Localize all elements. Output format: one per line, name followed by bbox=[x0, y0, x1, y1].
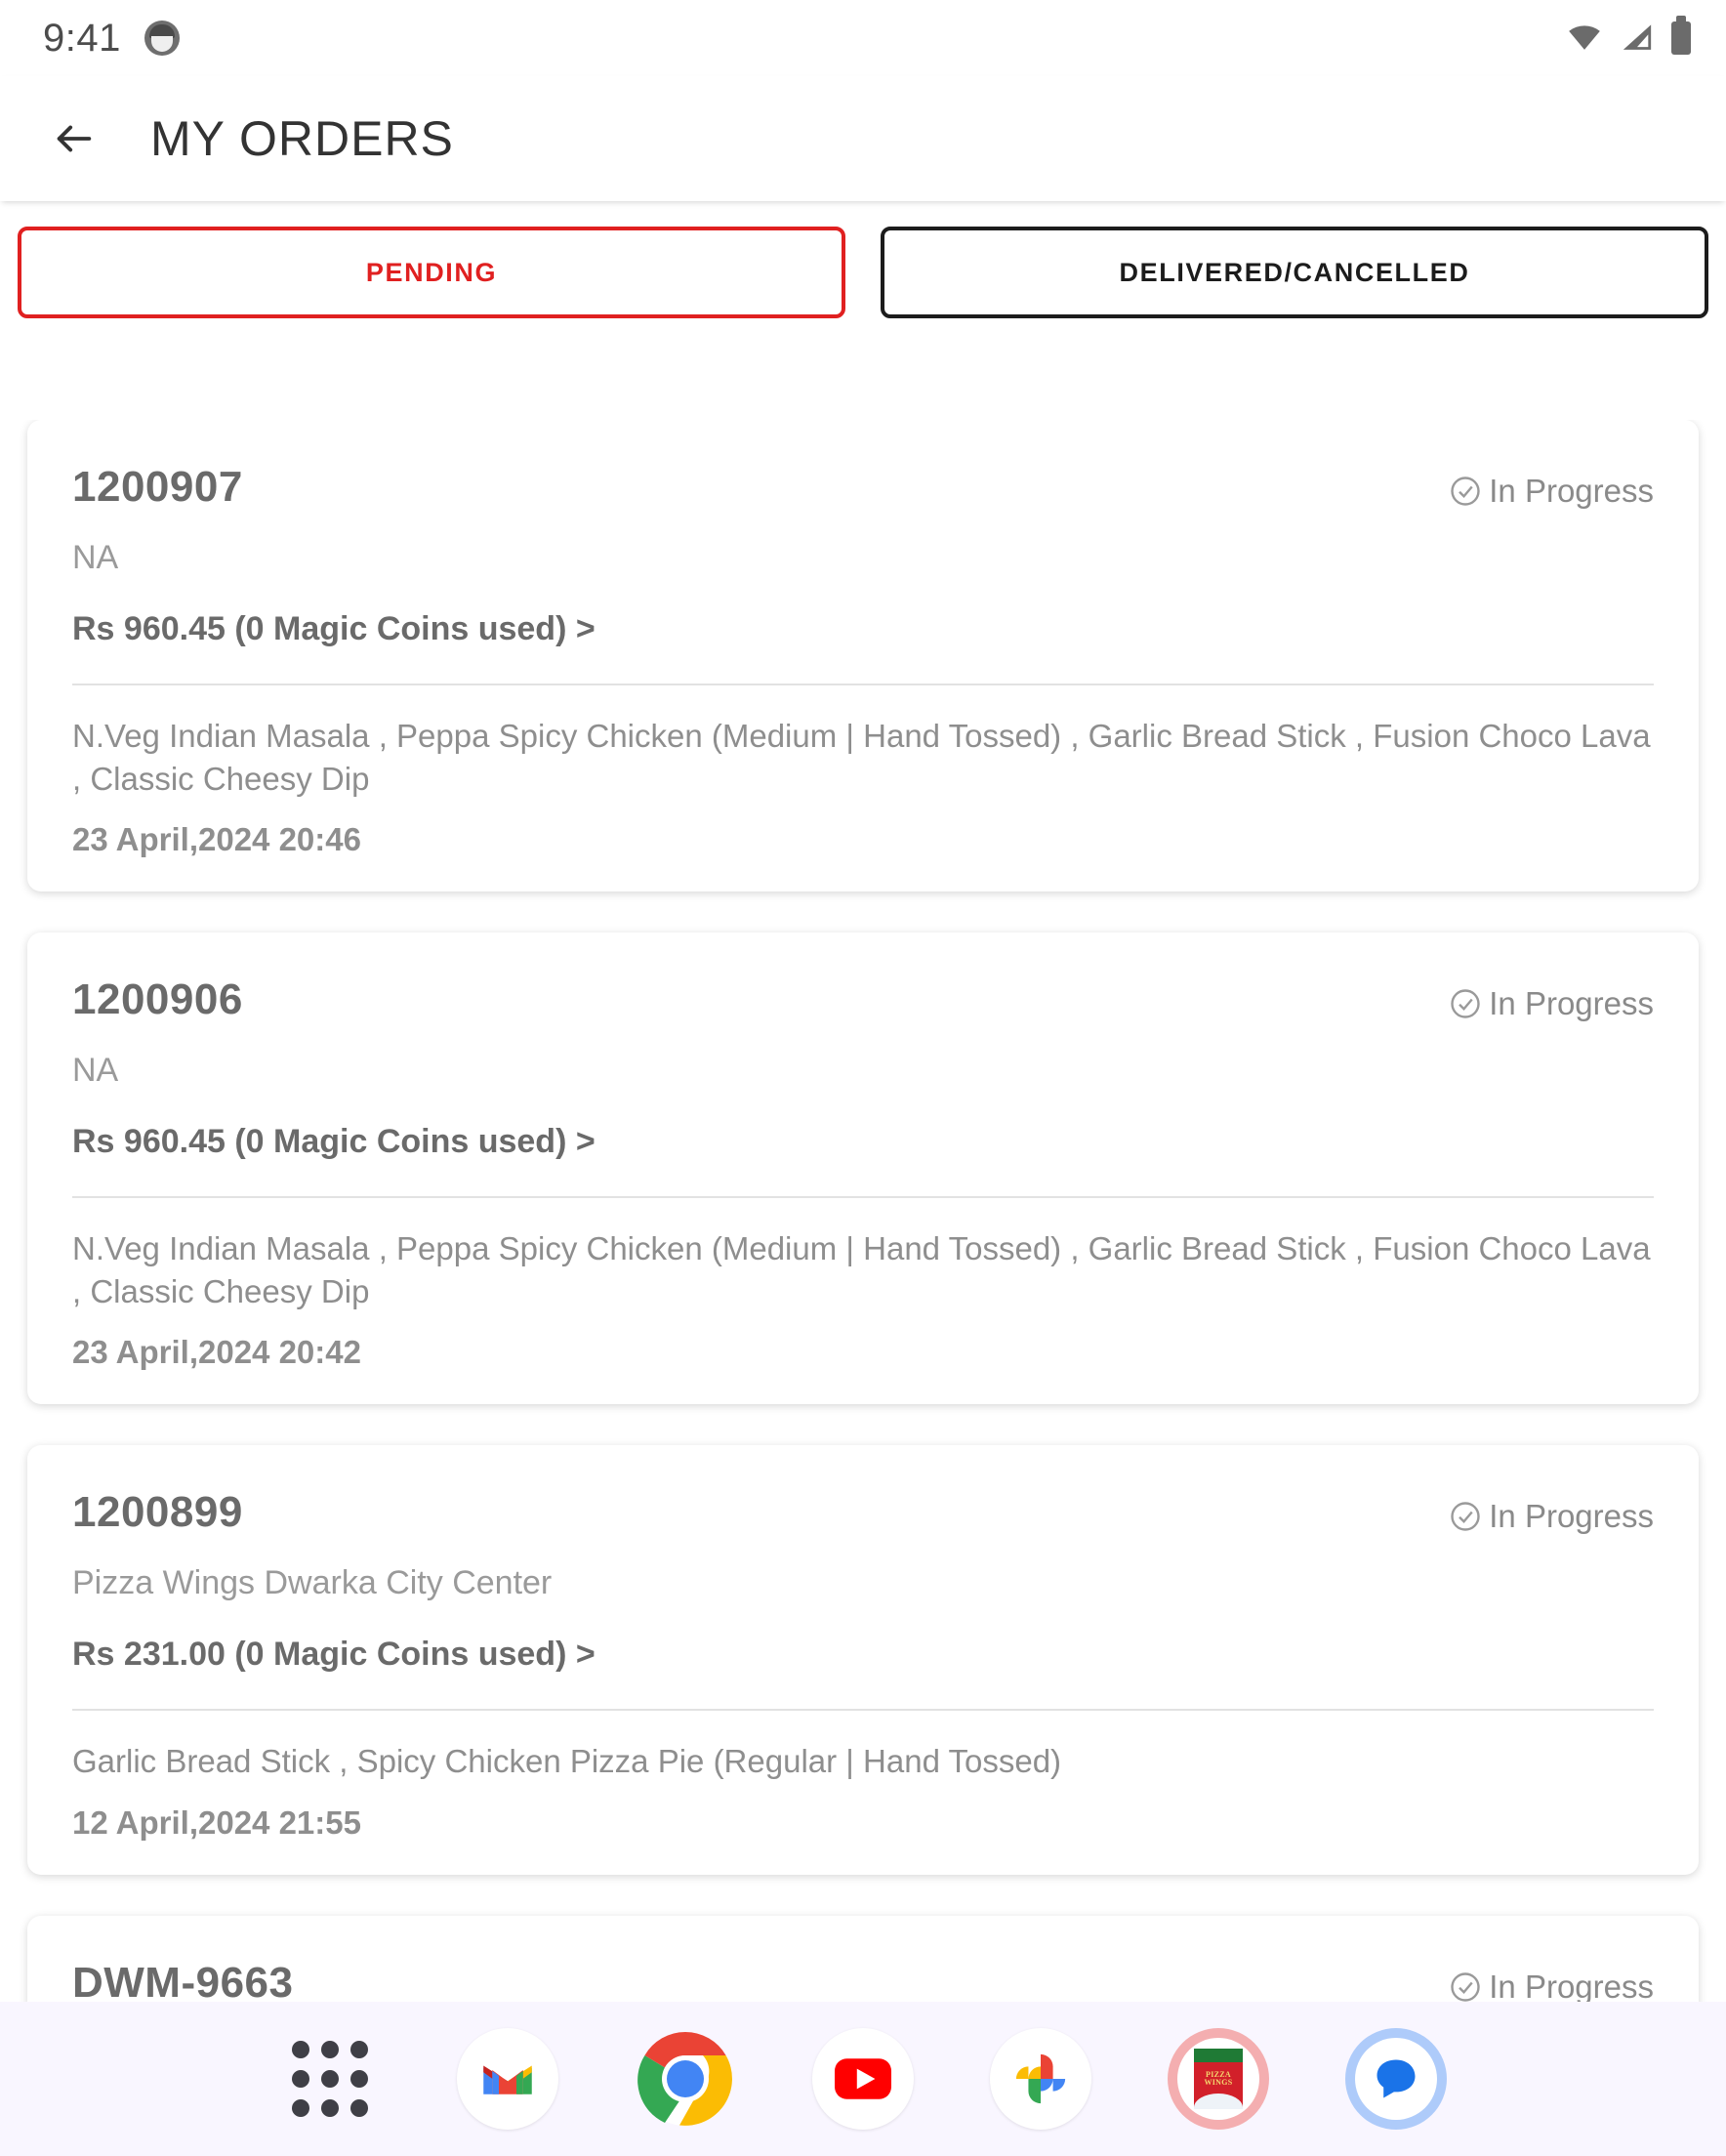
order-shop-name: NA bbox=[72, 1052, 119, 1090]
status-label: In Progress bbox=[1489, 1498, 1654, 1535]
status-label: In Progress bbox=[1489, 473, 1654, 509]
messages-icon[interactable] bbox=[1345, 2028, 1447, 2130]
order-price-link[interactable]: Rs 231.00 (0 Magic Coins used) > bbox=[72, 1636, 1654, 1674]
card-divider bbox=[72, 1196, 1654, 1199]
app-drawer-icon[interactable] bbox=[279, 2028, 381, 2130]
status-badge: In Progress bbox=[1448, 1488, 1654, 1535]
tab-delivered-cancelled[interactable]: DELIVERED/CANCELLED bbox=[881, 227, 1708, 318]
gmail-icon[interactable] bbox=[457, 2028, 558, 2130]
order-date: 23 April,2024 20:46 bbox=[72, 821, 361, 858]
arrow-left-icon bbox=[57, 125, 92, 152]
order-tabs: PENDING DELIVERED/CANCELLED bbox=[0, 227, 1726, 318]
order-items: N.Veg Indian Masala , Peppa Spicy Chicke… bbox=[72, 1230, 1651, 1309]
card-divider bbox=[72, 1709, 1654, 1712]
order-shop-name: Pizza Wings Dwarka City Center bbox=[72, 1564, 553, 1602]
order-shop-name: NA bbox=[72, 539, 119, 576]
status-label: In Progress bbox=[1489, 1968, 1654, 2002]
battery-icon bbox=[1671, 16, 1691, 55]
check-circle-icon bbox=[1451, 477, 1480, 506]
status-badge: In Progress bbox=[1448, 975, 1654, 1022]
order-price-link[interactable]: Rs 960.45 (0 Magic Coins used) > bbox=[72, 1123, 1654, 1161]
check-circle-icon bbox=[1451, 1972, 1480, 2002]
order-id: 1200906 bbox=[72, 975, 243, 1024]
order-card-header: DWM-9663 In Progress bbox=[72, 1959, 1654, 2002]
order-items: Garlic Bread Stick , Spicy Chicken Pizza… bbox=[72, 1743, 1062, 1780]
youtube-icon[interactable] bbox=[812, 2028, 914, 2130]
status-label: In Progress bbox=[1489, 985, 1654, 1022]
back-button[interactable] bbox=[43, 107, 105, 170]
account-avatar-icon bbox=[144, 21, 180, 56]
check-circle-icon bbox=[1451, 1502, 1480, 1531]
pizza-wings-icon[interactable]: PIZZA WINGS bbox=[1168, 2028, 1269, 2130]
order-id: 1200907 bbox=[72, 463, 243, 511]
order-card[interactable]: 1200906 In Progress NA Rs 960.45 (0 Magi… bbox=[27, 933, 1699, 1405]
app-bar: MY ORDERS bbox=[0, 76, 1726, 201]
order-card-header: 1200907 In Progress bbox=[72, 463, 1654, 512]
order-card-header: 1200899 In Progress bbox=[72, 1488, 1654, 1537]
tab-delivered-cancelled-label: DELIVERED/CANCELLED bbox=[1119, 257, 1470, 287]
order-card[interactable]: DWM-9663 In Progress Pizza Wings Dwarka … bbox=[27, 1915, 1699, 2002]
chrome-icon[interactable] bbox=[635, 2028, 736, 2130]
order-card[interactable]: 1200907 In Progress NA Rs 960.45 (0 Magi… bbox=[27, 420, 1699, 892]
pizza-wings-label: PIZZA WINGS bbox=[1204, 2070, 1233, 2087]
order-price-link[interactable]: Rs 960.45 (0 Magic Coins used) > bbox=[72, 610, 1654, 648]
wifi-icon bbox=[1566, 23, 1603, 53]
google-photos-icon[interactable] bbox=[990, 2028, 1091, 2130]
status-badge: In Progress bbox=[1448, 463, 1654, 510]
cellular-signal-icon bbox=[1621, 23, 1654, 53]
status-badge: In Progress bbox=[1448, 1959, 1654, 2002]
order-card-header: 1200906 In Progress bbox=[72, 975, 1654, 1024]
order-items: N.Veg Indian Masala , Peppa Spicy Chicke… bbox=[72, 718, 1651, 797]
order-id: DWM-9663 bbox=[72, 1958, 294, 2002]
tab-pending[interactable]: PENDING bbox=[18, 227, 845, 318]
check-circle-icon bbox=[1451, 989, 1480, 1018]
status-bar-time: 9:41 bbox=[43, 16, 121, 60]
tab-pending-label: PENDING bbox=[365, 257, 498, 287]
order-list[interactable]: 1200907 In Progress NA Rs 960.45 (0 Magi… bbox=[0, 420, 1726, 2002]
order-date: 23 April,2024 20:42 bbox=[72, 1334, 361, 1371]
order-date: 12 April,2024 21:55 bbox=[72, 1804, 361, 1841]
order-id: 1200899 bbox=[72, 1488, 243, 1537]
app-dock: PIZZA WINGS bbox=[0, 2002, 1726, 2156]
page-title: MY ORDERS bbox=[150, 111, 454, 166]
card-divider bbox=[72, 684, 1654, 685]
status-bar-indicators bbox=[1566, 16, 1691, 55]
status-bar: 9:41 bbox=[0, 0, 1726, 76]
order-card[interactable]: 1200899 In Progress Pizza Wings Dwarka C… bbox=[27, 1445, 1699, 1875]
